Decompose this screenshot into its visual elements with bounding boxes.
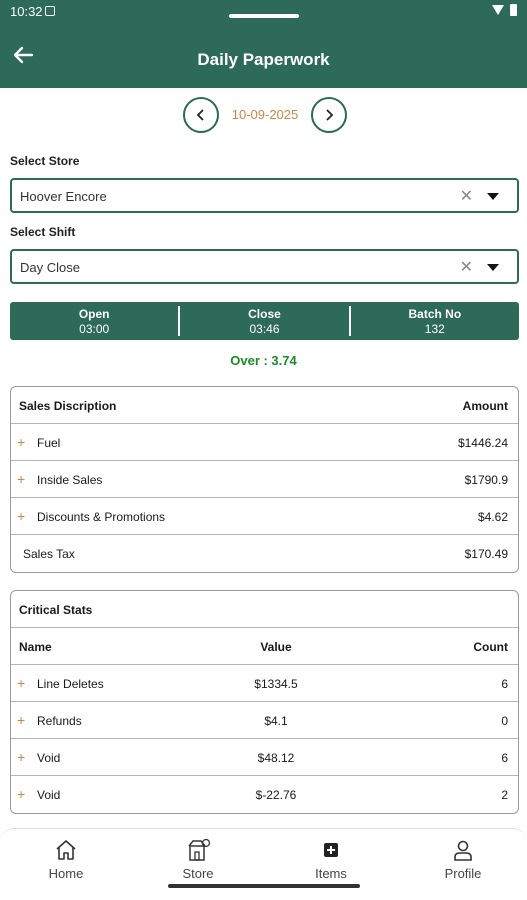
- table-row[interactable]: + Inside Sales $1790.9: [11, 461, 518, 498]
- bottom-nav: Home Store Items Profile: [0, 828, 527, 900]
- wifi-icon: [492, 5, 504, 15]
- sales-desc-header: Sales Discription: [19, 399, 117, 413]
- shift-value: Day Close: [20, 260, 80, 275]
- plus-icon[interactable]: +: [17, 434, 25, 450]
- nav-items[interactable]: Items: [281, 837, 381, 881]
- sales-header-row: Sales Discription Amount: [11, 387, 518, 424]
- nav-profile-label: Profile: [444, 866, 482, 881]
- plus-icon[interactable]: +: [17, 471, 25, 487]
- store-value: Hoover Encore: [20, 189, 107, 204]
- batch-label: Batch No: [408, 307, 462, 321]
- name-header: Name: [19, 640, 52, 654]
- sales-amount: $170.49: [464, 547, 508, 561]
- critical-title: Critical Stats: [19, 603, 93, 617]
- chevron-right-icon: [326, 109, 334, 121]
- table-row: Sales Tax $170.49: [11, 535, 518, 572]
- stat-value: $1334.5: [254, 677, 298, 691]
- nav-profile[interactable]: Profile: [413, 837, 513, 881]
- stat-name: Refunds: [37, 714, 82, 728]
- store-select[interactable]: Hoover Encore ✕: [10, 178, 519, 213]
- battery-icon: [510, 4, 517, 16]
- stat-count: 6: [501, 677, 508, 691]
- critical-title-row: Critical Stats: [11, 591, 518, 628]
- profile-icon: [454, 840, 472, 861]
- plus-icon[interactable]: +: [17, 508, 25, 524]
- clear-store-icon[interactable]: ✕: [460, 186, 473, 206]
- stat-name: Void: [37, 751, 61, 765]
- shift-select[interactable]: Day Close ✕: [10, 249, 519, 284]
- date-navigator: 10-09-2025: [0, 96, 527, 136]
- nav-items-label: Items: [315, 866, 347, 881]
- sales-desc: Inside Sales: [37, 473, 103, 487]
- store-dropdown-icon[interactable]: [487, 193, 499, 200]
- sales-amount: $4.62: [477, 510, 508, 524]
- stat-value: $-22.76: [255, 788, 297, 802]
- current-date[interactable]: 10-09-2025: [220, 107, 310, 122]
- table-row[interactable]: + Refunds $4.1 0: [11, 702, 518, 739]
- sales-amount: $1790.9: [464, 473, 508, 487]
- store-icon: [188, 838, 211, 861]
- open-label: Open: [78, 307, 110, 321]
- stat-name: Void: [37, 788, 61, 802]
- home-icon: [56, 840, 76, 860]
- open-time-cell: Open 03:00: [10, 302, 178, 340]
- sales-amount-header: Amount: [462, 399, 508, 413]
- stat-value: $48.12: [257, 751, 295, 765]
- sales-card: Sales Discription Amount + Fuel $1446.24…: [10, 386, 519, 573]
- nav-home[interactable]: Home: [16, 837, 116, 881]
- nav-home-label: Home: [48, 866, 84, 881]
- previous-date-button[interactable]: [183, 97, 219, 133]
- open-value: 03:00: [79, 322, 110, 336]
- stat-name: Line Deletes: [37, 677, 104, 691]
- app-bar: Daily Paperwork: [0, 24, 527, 88]
- nav-store[interactable]: Store: [148, 837, 248, 881]
- store-label: Select Store: [10, 154, 80, 168]
- gesture-bar: [168, 884, 360, 888]
- over-amount: Over : 3.74: [230, 353, 297, 368]
- add-box-icon: [324, 843, 338, 857]
- status-time: 10:32: [10, 4, 43, 19]
- nav-store-label: Store: [182, 866, 214, 881]
- next-date-button[interactable]: [311, 97, 347, 133]
- stat-count: 2: [501, 788, 508, 802]
- plus-icon[interactable]: +: [17, 712, 25, 728]
- close-value: 03:46: [249, 322, 280, 336]
- stat-count: 0: [501, 714, 508, 728]
- shift-info-bar: Open 03:00 Close 03:46 Batch No 132: [10, 302, 519, 340]
- chevron-left-icon: [196, 109, 204, 121]
- batch-value: 132: [424, 322, 445, 336]
- close-label: Close: [248, 307, 281, 321]
- table-row[interactable]: + Fuel $1446.24: [11, 424, 518, 461]
- sales-amount: $1446.24: [457, 436, 508, 450]
- sales-desc: Fuel: [37, 436, 61, 450]
- table-row[interactable]: + Void $48.12 6: [11, 739, 518, 776]
- plus-icon[interactable]: +: [17, 786, 25, 802]
- shift-label: Select Shift: [10, 225, 76, 239]
- sales-desc: Discounts & Promotions: [37, 510, 166, 524]
- batch-cell: Batch No 132: [351, 302, 519, 340]
- stat-count: 6: [501, 751, 508, 765]
- shift-dropdown-icon[interactable]: [487, 264, 499, 271]
- notification-icon: [45, 6, 55, 16]
- critical-stats-card: Critical Stats Name Value Count + Line D…: [10, 590, 519, 814]
- plus-icon[interactable]: +: [17, 675, 25, 691]
- status-pill: [229, 14, 299, 18]
- plus-icon[interactable]: +: [17, 749, 25, 765]
- count-header: Count: [473, 640, 508, 654]
- value-header: Value: [260, 640, 292, 654]
- status-bar: 10:32: [0, 0, 527, 24]
- clear-shift-icon[interactable]: ✕: [460, 257, 473, 277]
- critical-header-row: Name Value Count: [11, 628, 518, 665]
- table-row[interactable]: + Line Deletes $1334.5 6: [11, 665, 518, 702]
- table-row[interactable]: + Void $-22.76 2: [11, 776, 518, 813]
- sales-desc: Sales Tax: [23, 547, 75, 561]
- stat-value: $4.1: [264, 714, 288, 728]
- page-title: Daily Paperwork: [197, 50, 330, 69]
- table-row[interactable]: + Discounts & Promotions $4.62: [11, 498, 518, 535]
- close-time-cell: Close 03:46: [180, 302, 348, 340]
